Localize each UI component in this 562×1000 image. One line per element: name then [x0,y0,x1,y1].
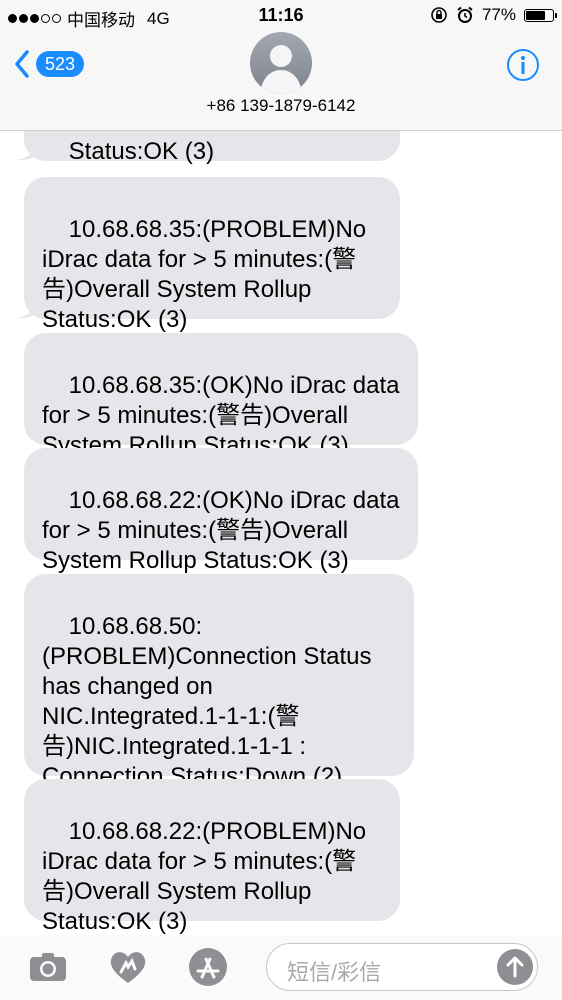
send-button[interactable] [497,949,533,985]
info-icon[interactable] [506,48,540,82]
compose-bar: 短信/彩信 [0,935,562,1000]
bubble-tail [16,141,40,161]
alarm-icon [457,6,473,23]
message-text: Status:OK (3) [68,138,215,165]
conversation-header: 523 +86 139-1879-6142 [0,32,562,131]
chevron-left-icon [15,50,29,78]
app-store-icon[interactable] [186,947,230,987]
status-icons: 77% [430,5,557,25]
message-bubble[interactable]: 10.68.68.22:(OK)No iDrac data for > 5 mi… [24,448,418,574]
arrow-up-icon [506,956,524,978]
heart-hand-icon[interactable] [106,947,150,987]
message-text: 10.68.68.50: (PROBLEM)Connection Status … [42,613,372,790]
contact-avatar[interactable] [250,32,312,94]
message-text: 10.68.68.22:(OK)No iDrac data for > 5 mi… [42,487,400,574]
message-bubble[interactable]: 10.68.68.50: (PROBLEM)Connection Status … [24,574,414,790]
person-icon [260,45,302,94]
message-bubble[interactable]: 10.68.68.35:(OK)No iDrac data for > 5 mi… [24,333,418,459]
message-input-placeholder: 短信/彩信 [287,960,382,985]
message-text: 10.68.68.35:(PROBLEM)No iDrac data for >… [42,216,367,333]
status-bar: 中国移动 4G 11:16 77% [0,0,562,32]
battery-percent: 77% [481,5,516,24]
message-bubble[interactable]: Status:OK (3) [24,131,400,165]
message-text: 10.68.68.35:(OK)No iDrac data for > 5 mi… [42,372,400,459]
bubble-tail [16,299,40,319]
camera-icon[interactable] [26,947,70,987]
unread-count-badge: 523 [36,51,85,77]
message-text: 10.68.68.22:(PROBLEM)No iDrac data for >… [42,818,367,935]
message-bubble[interactable]: 10.68.68.35:(PROBLEM)No iDrac data for >… [24,177,400,333]
contact-number[interactable]: +86 139-1879-6142 [0,96,562,116]
message-input[interactable]: 短信/彩信 [266,943,538,991]
back-button[interactable]: 523 [14,50,85,78]
message-bubble[interactable]: 10.68.68.22:(PROBLEM)No iDrac data for >… [24,779,400,935]
orientation-lock-icon [431,7,447,23]
battery-icon [524,8,557,22]
message-thread[interactable]: Status:OK (3) 10.68.68.35:(PROBLEM)No iD… [0,131,562,935]
